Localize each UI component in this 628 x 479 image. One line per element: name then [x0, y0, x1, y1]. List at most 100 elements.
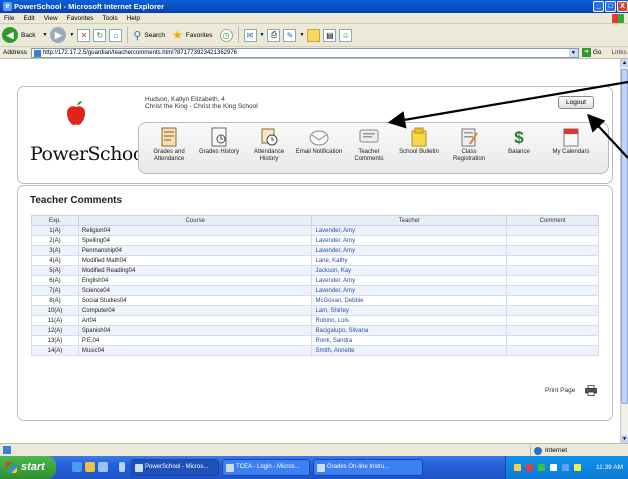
- favorites-icon[interactable]: ★: [172, 28, 183, 42]
- course-cell: Spanish04: [77, 325, 313, 336]
- address-input[interactable]: http://172.17.2.5/guardian/teachercommen…: [30, 47, 579, 58]
- nav-attendance-history[interactable]: Attendance History: [245, 126, 293, 163]
- home-icon[interactable]: ⌂: [109, 28, 123, 42]
- links-button[interactable]: Links: [612, 49, 627, 56]
- quicklaunch-expand-icon[interactable]: [119, 462, 125, 472]
- menu-file[interactable]: File: [4, 13, 14, 23]
- page-viewport: PowerSchool Hudson, Katlyn Elizabeth, 4 …: [0, 59, 620, 443]
- nav-balance[interactable]: $ Balance: [495, 126, 543, 156]
- forward-dropdown-icon[interactable]: ▼: [69, 32, 74, 38]
- edit-icon[interactable]: ✎: [283, 28, 297, 42]
- table-row: 10(A) Computer04 Lam, Shirley: [31, 305, 599, 316]
- course-cell: Penmanship04: [77, 245, 313, 256]
- teacher-link[interactable]: Rubino, Lois: [311, 315, 508, 326]
- refresh-icon[interactable]: ↻: [93, 28, 107, 42]
- column-header: Course: [77, 215, 313, 226]
- back-dropdown-icon[interactable]: ▼: [42, 32, 47, 38]
- nav-grades-attendance[interactable]: Grades and Attendance: [145, 126, 193, 163]
- go-arrow-icon[interactable]: ➜: [581, 48, 591, 57]
- forward-icon[interactable]: ▶: [50, 27, 67, 43]
- teacher-link[interactable]: Ronk, Sandra: [311, 335, 508, 346]
- ie-quicklaunch-icon[interactable]: [72, 462, 82, 472]
- nav-grades-history[interactable]: Grades History: [195, 126, 243, 156]
- vertical-scrollbar[interactable]: ▲ ▼: [620, 59, 628, 443]
- teacher-link[interactable]: Lavender, Amy: [311, 225, 508, 236]
- tray-update-icon[interactable]: [574, 464, 581, 471]
- tray-antivirus-icon[interactable]: [538, 464, 545, 471]
- teacher-link[interactable]: Lane, Kathy: [311, 255, 508, 266]
- folder-icon[interactable]: [307, 28, 321, 42]
- tray-volume-icon[interactable]: [550, 464, 557, 471]
- search-icon[interactable]: ⚲: [133, 29, 141, 42]
- back-icon[interactable]: ◀: [2, 27, 18, 43]
- research-icon[interactable]: ▤: [323, 28, 337, 42]
- window-titlebar[interactable]: e PowerSchool - Microsoft Internet Explo…: [0, 0, 628, 13]
- table-row: 11(A) Art04 Rubino, Lois: [31, 315, 599, 326]
- print-icon[interactable]: ⎙: [267, 28, 281, 42]
- minimize-button[interactable]: _: [593, 1, 604, 12]
- ie-icon: [226, 464, 234, 472]
- header-panel: PowerSchool Hudson, Katlyn Elizabeth, 4 …: [17, 86, 613, 184]
- start-button[interactable]: start: [0, 456, 56, 479]
- nav-label: Class Registration: [452, 149, 485, 162]
- teacher-link[interactable]: Lavender, Amy: [311, 235, 508, 246]
- teacher-link[interactable]: Lavender, Amy: [311, 275, 508, 286]
- tray-network-icon[interactable]: [526, 464, 533, 471]
- go-button[interactable]: Go: [593, 49, 602, 56]
- tray-pen-icon[interactable]: [514, 464, 521, 471]
- nav-teacher-comments[interactable]: Teacher Comments: [345, 126, 393, 163]
- email-notification-icon: [309, 126, 329, 147]
- mail-icon[interactable]: ✉: [243, 28, 257, 42]
- powerschool-logo[interactable]: PowerSchool: [30, 143, 150, 165]
- menu-favorites[interactable]: Favorites: [67, 13, 94, 23]
- column-header: Exp.: [31, 215, 79, 226]
- printer-icon[interactable]: [585, 385, 597, 396]
- system-tray: 11:39 AM: [505, 456, 628, 479]
- teacher-link[interactable]: Lam, Shirley: [311, 305, 508, 316]
- teacher-link[interactable]: McGovan, Debbie: [311, 295, 508, 306]
- comment-cell: [506, 315, 599, 326]
- address-url: http://172.17.2.5/guardian/teachercommen…: [42, 49, 238, 56]
- menu-bar: File Edit View Favorites Tools Help: [0, 13, 628, 24]
- scroll-down-icon[interactable]: ▼: [621, 435, 628, 443]
- task-tcea-login[interactable]: TCEA - Login - Micros...: [222, 459, 310, 476]
- address-dropdown-icon[interactable]: ▼: [568, 48, 578, 57]
- task-grades-online[interactable]: Grades On-line Instru...: [313, 459, 423, 476]
- tray-messenger-icon[interactable]: [562, 464, 569, 471]
- task-powerschool[interactable]: PowerSchool - Micros...: [131, 459, 219, 476]
- folder-quicklaunch-icon[interactable]: [85, 462, 95, 472]
- favorites-button[interactable]: Favorites: [186, 32, 213, 39]
- logout-button[interactable]: Logout: [558, 96, 594, 109]
- mail-dropdown-icon[interactable]: ▼: [260, 32, 265, 38]
- scroll-up-icon[interactable]: ▲: [621, 59, 628, 67]
- teacher-link[interactable]: Smith, Annette: [311, 345, 508, 356]
- menu-tools[interactable]: Tools: [102, 13, 117, 23]
- nav-my-calendars[interactable]: My Calendars: [547, 126, 595, 156]
- search-button[interactable]: Search: [144, 32, 165, 39]
- stop-icon[interactable]: ✕: [77, 28, 91, 42]
- print-page-link[interactable]: Print Page: [545, 387, 575, 394]
- edit-dropdown-icon[interactable]: ▼: [299, 32, 304, 38]
- nav-class-registration[interactable]: Class Registration: [445, 126, 493, 163]
- maximize-button[interactable]: □: [605, 1, 616, 12]
- window-controls: _ □ X: [593, 1, 628, 12]
- menu-view[interactable]: View: [44, 13, 58, 23]
- teacher-link[interactable]: Lavender, Amy: [311, 285, 508, 296]
- menu-edit[interactable]: Edit: [23, 13, 34, 23]
- desktop-quicklaunch-icon[interactable]: [98, 462, 108, 472]
- close-button[interactable]: X: [617, 1, 628, 12]
- exp-cell: 3(A): [31, 245, 79, 256]
- nav-email-notification[interactable]: Email Notification: [295, 126, 343, 156]
- nav-school-bulletin[interactable]: School Bulletin: [395, 126, 443, 156]
- taskbar-clock[interactable]: 11:39 AM: [596, 456, 623, 479]
- back-button[interactable]: Back: [21, 32, 35, 39]
- messenger-icon[interactable]: ☺: [339, 28, 353, 42]
- teacher-link[interactable]: Jackson, Kay: [311, 265, 508, 276]
- exp-cell: 4(A): [31, 255, 79, 266]
- teacher-link[interactable]: Lavender, Amy: [311, 245, 508, 256]
- nav-label: Balance: [508, 149, 530, 155]
- teacher-link[interactable]: Bacigalupo, Silvana: [311, 325, 508, 336]
- history-icon[interactable]: ◷: [219, 28, 233, 42]
- scrollbar-thumb[interactable]: [621, 69, 628, 404]
- menu-help[interactable]: Help: [127, 13, 140, 23]
